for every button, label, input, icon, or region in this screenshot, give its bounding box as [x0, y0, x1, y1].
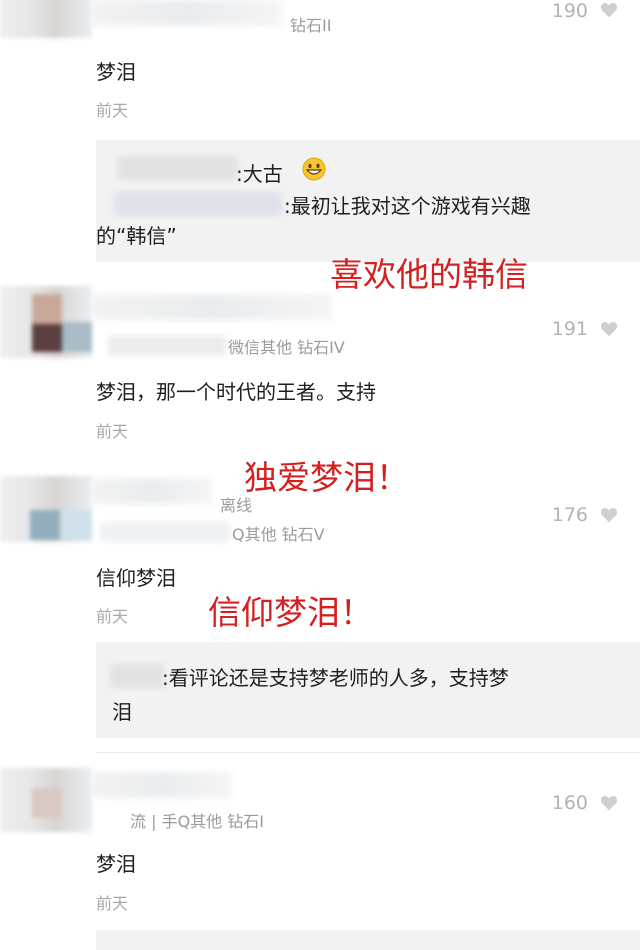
comment-text: 信仰梦泪: [96, 566, 176, 590]
divider: [96, 752, 640, 753]
reply-text-line3: 的“韩信”: [96, 224, 177, 248]
user-meta: 钻石II: [290, 16, 332, 35]
comment-date: 前天: [96, 101, 129, 120]
user-meta: Q其他 钻石V: [232, 525, 325, 544]
user-status: 离线: [220, 496, 253, 515]
username[interactable]: [92, 0, 282, 26]
comment-3: 离线 Q其他 钻石V 176 信仰梦泪 前天 信仰梦泪！ :看评论还是支持梦老师…: [0, 474, 640, 738]
avatar[interactable]: [0, 476, 92, 542]
heart-icon[interactable]: [600, 2, 618, 18]
reply-text-line1: :看评论还是支持梦老师的人多，支持梦: [162, 666, 509, 690]
reply-box[interactable]: :看评论还是支持梦老师的人多，支持梦 泪: [96, 642, 640, 738]
overlay-caption: 信仰梦泪！: [208, 593, 373, 632]
grinning-face-emoji: [302, 157, 326, 181]
comment-date: 前天: [96, 422, 129, 441]
reply-username: [118, 156, 238, 180]
avatar[interactable]: [0, 768, 92, 832]
comment-text: 梦泪，那一个时代的王者。支持: [96, 380, 376, 404]
avatar[interactable]: [0, 286, 92, 358]
username-platform: [100, 522, 230, 542]
comment-2: 微信其他 钻石IV 191 梦泪，那一个时代的王者。支持 前天 独爱梦泪！: [0, 286, 640, 497]
user-meta: 流 | 手Q其他 钻石I: [130, 812, 264, 831]
reply-box[interactable]: :大古 :最初让我对这个游戏有兴趣 的“韩信”: [96, 140, 640, 262]
avatar[interactable]: [0, 0, 92, 38]
comment-text: 梦泪: [96, 60, 136, 84]
reply-box-partial[interactable]: [96, 930, 640, 950]
username-platform: [108, 336, 226, 356]
like-count: 191: [551, 318, 588, 340]
reply-target-username: [114, 192, 282, 216]
username[interactable]: [92, 478, 212, 504]
user-meta: 微信其他 钻石IV: [228, 338, 345, 357]
like-count: 190: [551, 0, 588, 22]
comment-4: 流 | 手Q其他 钻石I 160 梦泪 前天: [0, 762, 640, 950]
like-count: 176: [551, 504, 588, 526]
heart-icon[interactable]: [600, 507, 618, 523]
comment-text: 梦泪: [96, 852, 136, 876]
username[interactable]: [92, 294, 332, 320]
comment-date: 前天: [96, 607, 129, 626]
reply-text-line2: 泪: [112, 700, 132, 724]
reply-text-line1: :大古: [236, 162, 283, 186]
comment-date: 前天: [96, 894, 129, 913]
reply-username: [110, 664, 164, 688]
heart-icon[interactable]: [600, 795, 618, 811]
comment-1: 钻石II 190 梦泪 前天 :大古 :最初让我对这个游戏有兴趣 的“韩信” 喜…: [0, 0, 640, 294]
username[interactable]: [92, 772, 232, 798]
like-count: 160: [551, 792, 588, 814]
heart-icon[interactable]: [600, 321, 618, 337]
reply-text-line2: :最初让我对这个游戏有兴趣: [284, 194, 531, 218]
